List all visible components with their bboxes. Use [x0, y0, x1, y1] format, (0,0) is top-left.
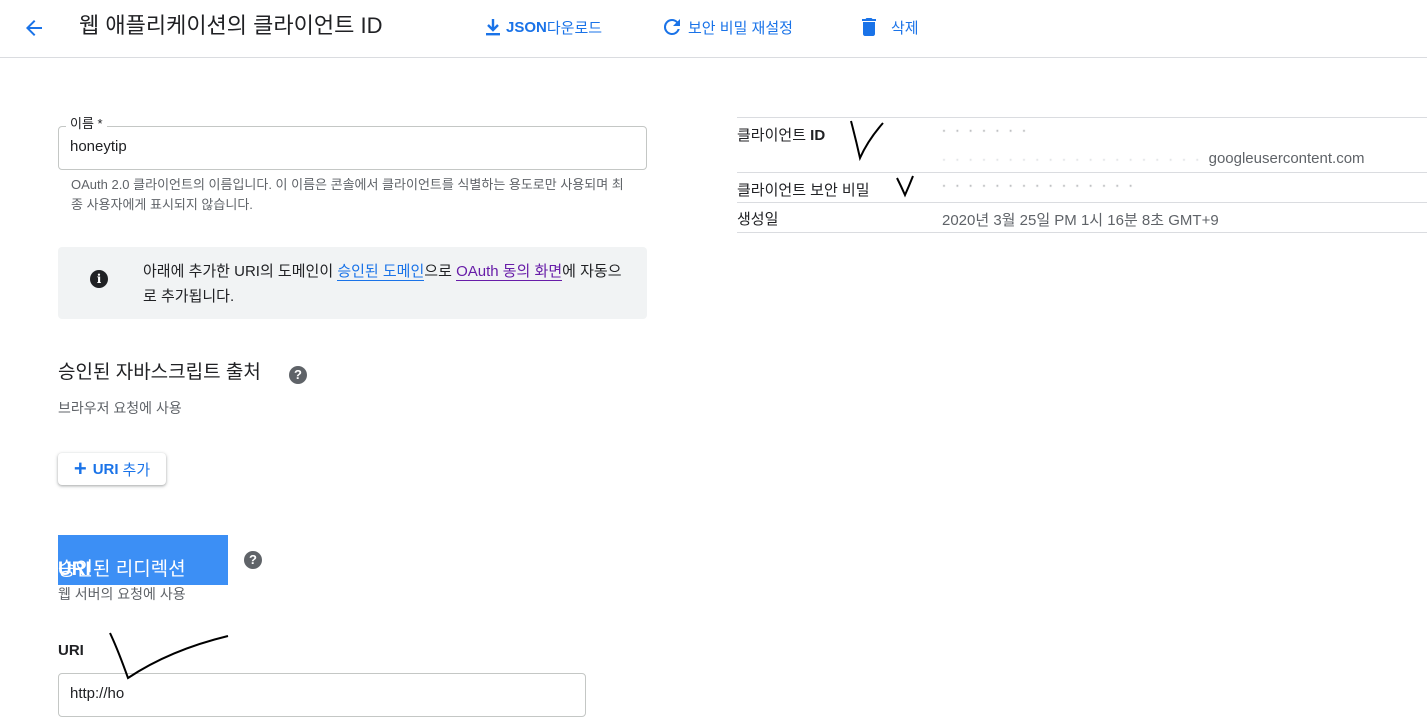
- name-field-label: 이름 *: [66, 116, 107, 132]
- client-id-label: 클라이언트 ID: [737, 127, 826, 144]
- download-json-label: 다운로드: [546, 19, 603, 37]
- redirect-uri-input[interactable]: [70, 685, 570, 702]
- name-field-hint: OAuth 2.0 클라이언트의 이름입니다. 이 이름은 콘솔에서 클라이언트…: [71, 177, 624, 212]
- created-label: 생성일: [737, 211, 779, 228]
- page-title: 웹 애플리케이션의 클라이언트 ID: [79, 13, 383, 38]
- add-uri-label-bold: URI: [92, 460, 119, 478]
- redirect-uris-subtitle: 웹 서버의 요청에 사용: [58, 586, 186, 602]
- download-json-button[interactable]: JSON 다운로드: [484, 13, 602, 41]
- client-secret-value-redacted[interactable]: · · · · · · · · · · · · · · ·: [942, 178, 1136, 192]
- redirect-title-bold: URI: [58, 559, 91, 580]
- authorized-domains-link[interactable]: 승인된 도메인: [337, 263, 425, 281]
- delete-button[interactable]: 삭제: [857, 13, 919, 41]
- download-json-label-bold: JSON: [506, 18, 547, 36]
- client-id-row: 클라이언트 ID · · · · · · · · · · · · · · · ·…: [737, 117, 1427, 173]
- oauth-consent-screen-link[interactable]: OAuth 동의 화면: [456, 263, 563, 281]
- redirect-uri-label: URI: [58, 642, 84, 659]
- redirect-uris-help-icon[interactable]: ?: [244, 551, 262, 569]
- js-origins-subtitle: 브라우저 요청에 사용: [58, 400, 182, 416]
- reset-secret-label: 보안 비밀 재설정: [688, 19, 793, 37]
- add-uri-label: 추가: [122, 461, 151, 479]
- info-text-before: 아래에 추가한 URI의 도메인이: [143, 263, 338, 280]
- client-secret-row: 클라이언트 보안 비밀 · · · · · · · · · · · · · · …: [737, 173, 1427, 203]
- reset-secret-button[interactable]: 보안 비밀 재설정: [660, 13, 793, 41]
- refresh-icon: [663, 18, 680, 35]
- download-icon: [486, 19, 500, 36]
- trash-icon: [862, 18, 876, 36]
- arrow-left-icon: [26, 20, 42, 36]
- name-field[interactable]: [58, 126, 647, 170]
- client-id-domain: googleusercontent.com: [1208, 150, 1365, 167]
- info-banner: i 아래에 추가한 URI의 도메인이 승인된 도메인으로 OAuth 동의 화…: [58, 247, 647, 319]
- js-origins-help-icon[interactable]: ?: [289, 366, 307, 384]
- client-id-value-redacted: · · · · · · ·: [942, 123, 1029, 137]
- add-js-origin-uri-button[interactable]: + URI 추가: [58, 453, 166, 485]
- redirect-uris-title: 승인된 리디렉션 URI: [58, 535, 228, 585]
- info-banner-text: 아래에 추가한 URI의 도메인이 승인된 도메인으로 OAuth 동의 화면에…: [143, 259, 633, 309]
- back-button[interactable]: [18, 12, 50, 44]
- js-origins-title: 승인된 자바스크립트 출처: [58, 362, 261, 383]
- delete-label: 삭제: [891, 19, 919, 37]
- redirect-uri-field[interactable]: [58, 673, 586, 717]
- client-secret-label: 클라이언트 보안 비밀: [737, 182, 870, 199]
- client-id-value[interactable]: · · · · · · · · · · · · · · · · · · · · …: [942, 150, 1365, 167]
- info-icon: i: [90, 270, 108, 288]
- info-text-middle: 으로: [424, 263, 457, 280]
- plus-icon: +: [73, 456, 87, 481]
- top-bar: 웹 애플리케이션의 클라이언트 ID JSON 다운로드 보안 비밀 재설정 삭…: [0, 0, 1427, 58]
- created-row: 생성일 2020년 3월 25일 PM 1시 16분 8초 GMT+9: [737, 203, 1427, 233]
- created-value: 2020년 3월 25일 PM 1시 16분 8초 GMT+9: [942, 212, 1219, 229]
- name-input[interactable]: [70, 138, 630, 155]
